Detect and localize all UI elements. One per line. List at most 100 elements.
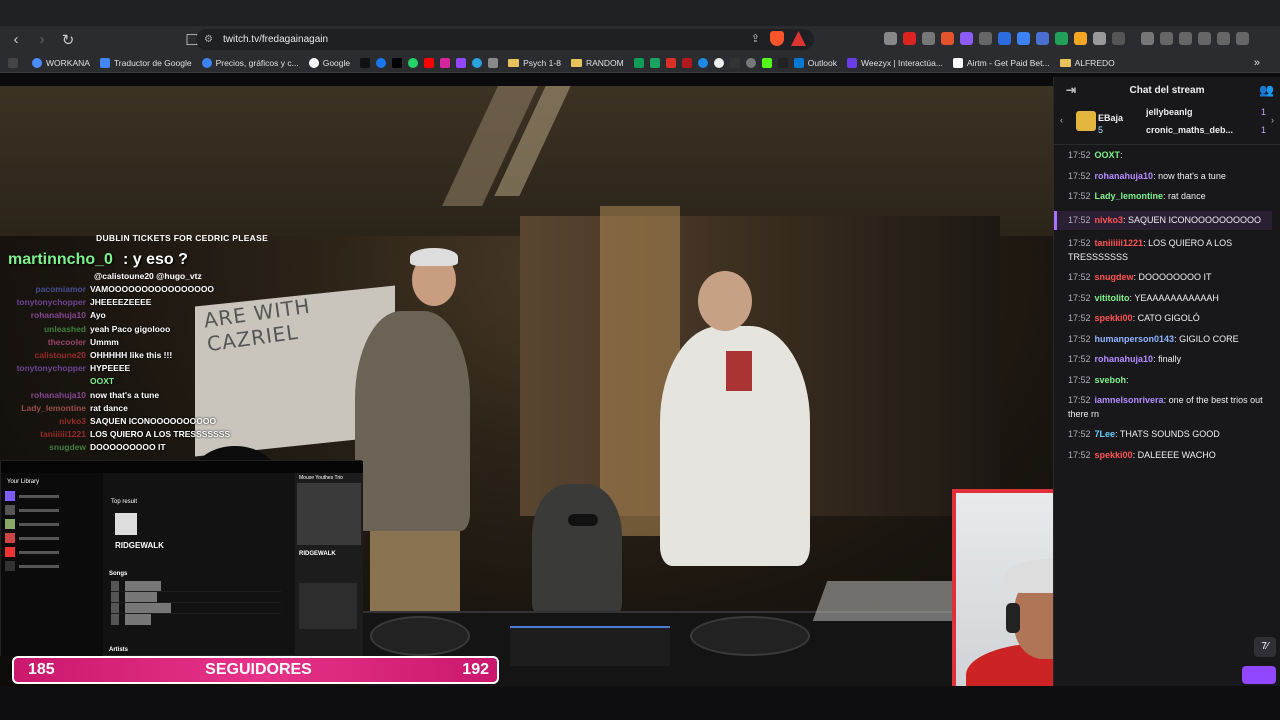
chat-message[interactable]: 17:52 vititolito: YEAAAAAAAAAAAH <box>1068 292 1272 306</box>
chat-message[interactable]: 17:52 taniiiiii1221: LOS QUIERO A LOS TRE… <box>1068 237 1272 264</box>
chat-username[interactable]: nivko3 <box>1095 215 1124 225</box>
wallet-icon[interactable] <box>1179 32 1192 45</box>
tiktok-icon[interactable] <box>360 57 371 68</box>
bookmark-translator[interactable]: Traductor de Google <box>99 57 192 68</box>
extension-icon[interactable] <box>1074 32 1087 45</box>
bookmark-icon[interactable] <box>729 57 740 68</box>
vpn-icon[interactable] <box>1217 32 1230 45</box>
bookmark-prices[interactable]: Precios, gráficos y c... <box>201 57 299 68</box>
list-item[interactable] <box>5 519 99 529</box>
share-icon[interactable]: ⇪ <box>751 32 760 45</box>
more-bookmarks-icon[interactable]: » <box>1254 57 1260 69</box>
chevron-right-icon[interactable]: › <box>1271 115 1274 125</box>
x-icon[interactable] <box>392 57 403 68</box>
top-result-artist[interactable]: RIDGEWALK <box>115 541 164 550</box>
song-row[interactable] <box>111 581 281 592</box>
sheets-icon[interactable] <box>633 57 644 68</box>
chat-username[interactable]: Lady_lemontine <box>1095 191 1164 201</box>
chat-username[interactable]: rohanahuja10 <box>1095 354 1154 364</box>
bookmark-alfredo[interactable]: ALFREDO <box>1059 58 1115 68</box>
bookmark-icon[interactable] <box>777 57 788 68</box>
chat-message[interactable]: 17:52 snugdew: DOOOOOOOO IT <box>1068 271 1272 285</box>
menu-icon[interactable] <box>1236 32 1249 45</box>
extension-icon[interactable] <box>1036 32 1049 45</box>
chat-message[interactable]: 17:52 humanperson0143: GIGILO CORE <box>1068 333 1272 347</box>
chat-username[interactable]: OOXT <box>1095 150 1121 160</box>
song-row[interactable] <box>111 603 281 614</box>
facebook-icon[interactable] <box>376 57 387 68</box>
chat-message[interactable]: 17:52 iamnelsonrivera: one of the best tr… <box>1068 394 1272 421</box>
kick-icon[interactable] <box>761 57 772 68</box>
collapse-chat-icon[interactable]: ⇥ <box>1066 83 1076 97</box>
chat-message[interactable]: 17:52 sveboh: <box>1068 374 1272 388</box>
bookmark-weezyx[interactable]: Weezyx | Interactúa... <box>847 57 943 68</box>
list-item[interactable] <box>5 491 99 501</box>
chat-message[interactable]: 17:52 7Lee: THATS SOUNDS GOOD <box>1068 428 1272 442</box>
bookmark-icon[interactable] <box>713 57 724 68</box>
apps-icon[interactable] <box>8 57 18 68</box>
ai-icon[interactable] <box>1198 32 1211 45</box>
brave-shields-icon[interactable] <box>770 31 784 46</box>
chat-message[interactable]: 17:52 rohanahuja10: now that's a tune <box>1068 170 1272 184</box>
forward-icon[interactable]: › <box>32 30 52 50</box>
bookmark-random[interactable]: RANDOM <box>570 58 624 68</box>
artist-image[interactable] <box>115 513 137 535</box>
chat-message[interactable]: 17:52 spekki00: CATO GIGOLÓ <box>1068 312 1272 326</box>
stream-video[interactable]: ARE WITH CAZRIEL DUBLIN TICKETS FOR CEDRI… <box>0 86 1053 686</box>
address-bar[interactable]: ⚙ twitch.tv/fredagainagain ⇪ <box>196 29 814 50</box>
back-icon[interactable]: ‹ <box>6 30 26 50</box>
song-row[interactable] <box>111 592 281 603</box>
extension-icon[interactable] <box>1093 32 1106 45</box>
extension-icon[interactable] <box>960 32 973 45</box>
bookmark-icon[interactable] <box>665 57 676 68</box>
bookmark-outlook[interactable]: Outlook <box>793 57 837 68</box>
chat-username[interactable]: humanperson0143 <box>1095 334 1175 344</box>
leaderboard-user[interactable]: jellybeanlg <box>1146 107 1193 117</box>
extension-icon[interactable] <box>1112 32 1125 45</box>
song-row[interactable] <box>111 614 281 625</box>
telegram-icon[interactable] <box>472 57 483 68</box>
leaderboard-user[interactable]: cronic_maths_deb... <box>1146 125 1233 135</box>
chevron-left-icon[interactable]: ‹ <box>1060 115 1063 125</box>
chat-username[interactable]: snugdew <box>1095 272 1134 282</box>
instagram-icon[interactable] <box>440 57 451 68</box>
chat-username[interactable]: vititolito <box>1095 293 1130 303</box>
extension-icon[interactable] <box>884 32 897 45</box>
chat-username[interactable]: spekki00 <box>1095 313 1133 323</box>
sidebar-icon[interactable] <box>1160 32 1173 45</box>
chat-send-button[interactable] <box>1242 666 1276 684</box>
chat-username[interactable]: taniiiiii1221 <box>1095 238 1144 248</box>
bookmark-icon[interactable] <box>649 57 660 68</box>
chat-username[interactable]: iamnelsonrivera <box>1095 395 1164 405</box>
chat-username[interactable]: sveboh <box>1095 375 1127 385</box>
list-item[interactable] <box>5 533 99 543</box>
bookmark-airtm[interactable]: Airtm - Get Paid Bet... <box>952 57 1050 68</box>
rewards-icon[interactable] <box>791 31 806 46</box>
extension-icon[interactable] <box>941 32 954 45</box>
bookmark-psych[interactable]: Psych 1-8 <box>508 58 561 68</box>
reload-icon[interactable]: ↻ <box>58 30 78 50</box>
bookmark-google[interactable]: Google <box>308 57 350 68</box>
youtube-icon[interactable] <box>424 57 435 68</box>
chat-message[interactable]: 17:52 OOXT: <box>1068 149 1272 163</box>
chat-username[interactable]: 7Lee <box>1095 429 1116 439</box>
chat-message[interactable]: 17:52 rohanahuja10: finally <box>1068 353 1272 367</box>
extension-icon[interactable] <box>998 32 1011 45</box>
list-item[interactable] <box>5 547 99 557</box>
extension-icon[interactable] <box>979 32 992 45</box>
chat-message[interactable]: 17:52 nivko3: SAQUEN ICONOOOOOOOOOO <box>1054 210 1272 230</box>
chat-username[interactable]: spekki00 <box>1095 450 1133 460</box>
chat-message[interactable]: 17:52 Lady_lemontine: rat dance <box>1068 190 1272 204</box>
extension-icon[interactable] <box>903 32 916 45</box>
extension-icon[interactable] <box>922 32 935 45</box>
site-info-icon[interactable]: ⚙ <box>204 34 213 45</box>
twitch-icon[interactable] <box>456 57 467 68</box>
bookmark-icon[interactable] <box>745 57 756 68</box>
whatsapp-icon[interactable] <box>408 57 419 68</box>
chat-username[interactable]: rohanahuja10 <box>1095 171 1154 181</box>
extension-icon[interactable] <box>1055 32 1068 45</box>
bookmark-icon[interactable] <box>697 57 708 68</box>
bookmark-workana[interactable]: WORKANA <box>32 57 90 68</box>
extension-icon[interactable] <box>1141 32 1154 45</box>
extension-icon[interactable] <box>1017 32 1030 45</box>
